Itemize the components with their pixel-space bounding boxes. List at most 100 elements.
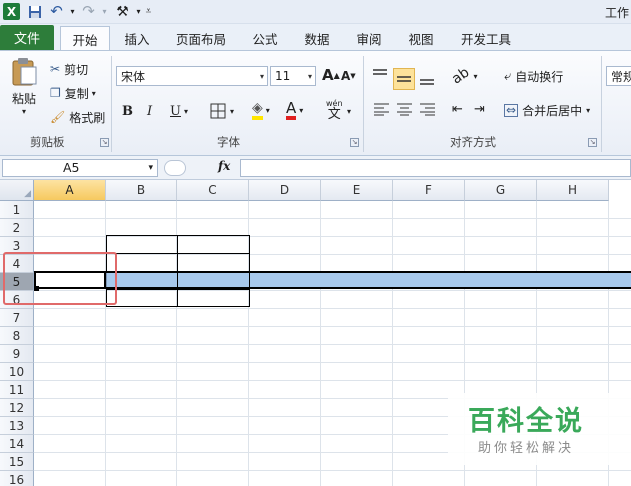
fill-color-button[interactable]: ◈ ▾ bbox=[252, 101, 270, 120]
row-header-16[interactable]: 16 bbox=[0, 471, 34, 486]
row-header-13[interactable]: 13 bbox=[0, 417, 34, 435]
row-header-1[interactable]: 1 bbox=[0, 201, 34, 219]
group-divider bbox=[363, 56, 364, 152]
column-header-h[interactable]: H bbox=[537, 180, 609, 201]
align-center-icon bbox=[397, 103, 412, 116]
align-left-button[interactable] bbox=[374, 103, 389, 116]
clipboard-launcher-icon[interactable]: ↘ bbox=[100, 138, 109, 147]
row-header-14[interactable]: 14 bbox=[0, 435, 34, 453]
row-header-15[interactable]: 15 bbox=[0, 453, 34, 471]
underline-dropdown-icon[interactable]: ▾ bbox=[184, 107, 188, 116]
column-header-b[interactable]: B bbox=[106, 180, 177, 201]
formula-input[interactable] bbox=[240, 159, 631, 177]
merge-center-button[interactable]: ⇔ 合并后居中 ▾ bbox=[504, 102, 590, 119]
tab-view[interactable]: 视图 bbox=[400, 26, 442, 51]
clipboard-group-label: 剪贴板 bbox=[30, 135, 65, 149]
customize-icon[interactable]: ⩡ bbox=[140, 3, 157, 20]
row-header-12[interactable]: 12 bbox=[0, 399, 34, 417]
alignment-launcher-icon[interactable]: ↘ bbox=[588, 138, 597, 147]
tab-data[interactable]: 数据 bbox=[296, 26, 338, 51]
name-box-value: A5 bbox=[63, 160, 80, 175]
column-header-e[interactable]: E bbox=[321, 180, 393, 201]
redo-icon[interactable]: ↷ bbox=[80, 3, 97, 20]
tab-file[interactable]: 文件 bbox=[0, 25, 54, 50]
orientation-button[interactable]: ab ▾ bbox=[449, 64, 477, 87]
row-header-2[interactable]: 2 bbox=[0, 219, 34, 237]
grow-font-button[interactable]: A ▲ bbox=[322, 66, 340, 84]
selected-row-5[interactable] bbox=[34, 271, 631, 289]
phonetic-char-label: 文 bbox=[327, 107, 341, 122]
tab-page-layout[interactable]: 页面布局 bbox=[166, 26, 236, 51]
paste-dropdown-icon: ▾ bbox=[21, 107, 26, 116]
tab-home[interactable]: 开始 bbox=[60, 26, 110, 51]
chevron-down-icon: ▾ bbox=[307, 71, 312, 81]
font-color-button[interactable]: A ▾ bbox=[286, 100, 303, 120]
column-header-f[interactable]: F bbox=[393, 180, 465, 201]
font-size-select[interactable]: 11 ▾ bbox=[270, 66, 316, 86]
insert-function-icon[interactable]: fx bbox=[218, 159, 230, 173]
align-middle-button[interactable] bbox=[393, 68, 415, 90]
arrow-up-icon: ▲ bbox=[333, 70, 340, 80]
increase-indent-button[interactable]: ⇥ bbox=[474, 102, 485, 117]
font-launcher-icon[interactable]: ↘ bbox=[350, 138, 359, 147]
row-header-7[interactable]: 7 bbox=[0, 309, 34, 327]
fill-bucket-icon: ◈ bbox=[252, 101, 263, 120]
excel-logo-icon[interactable]: X bbox=[3, 3, 20, 20]
arrow-down-icon: ▼ bbox=[350, 72, 356, 80]
grow-font-label: A bbox=[322, 66, 334, 84]
select-all-button[interactable]: ◢ bbox=[0, 180, 34, 201]
tab-developer[interactable]: 开发工具 bbox=[452, 26, 520, 51]
window-title: 工作 bbox=[604, 6, 629, 20]
column-gridline bbox=[320, 201, 321, 486]
undo-dropdown-icon[interactable]: ▾ bbox=[64, 3, 81, 20]
number-format-select[interactable]: 常规 bbox=[606, 66, 631, 86]
decrease-indent-icon: ⇤ bbox=[452, 102, 463, 117]
row-gridline bbox=[34, 326, 631, 327]
column-header-g[interactable]: G bbox=[465, 180, 537, 201]
bold-button[interactable]: B bbox=[122, 104, 133, 119]
copy-button[interactable]: ❐ 复制 ▾ bbox=[50, 84, 96, 102]
borders-button[interactable]: ▾ bbox=[210, 103, 234, 119]
align-right-button[interactable] bbox=[420, 103, 435, 116]
italic-button[interactable]: I bbox=[147, 104, 152, 119]
cut-button[interactable]: ✂ 剪切 bbox=[50, 60, 88, 78]
number-format-value: 常规 bbox=[611, 69, 631, 84]
row-header-10[interactable]: 10 bbox=[0, 363, 34, 381]
tab-formulas[interactable]: 公式 bbox=[244, 26, 286, 51]
tab-review[interactable]: 审阅 bbox=[348, 26, 390, 51]
align-top-button[interactable] bbox=[372, 64, 392, 86]
wrap-text-label: 自动换行 bbox=[515, 70, 564, 84]
name-box[interactable]: A5 ▾ bbox=[2, 159, 158, 177]
font-name-select[interactable]: 宋体 ▾ bbox=[116, 66, 268, 86]
column-header-c[interactable]: C bbox=[177, 180, 249, 201]
border-line bbox=[106, 253, 250, 254]
row-header-9[interactable]: 9 bbox=[0, 345, 34, 363]
formula-expand-handle[interactable] bbox=[164, 160, 186, 176]
column-gridline bbox=[392, 201, 393, 486]
align-bottom-button[interactable] bbox=[419, 68, 439, 90]
undo-icon[interactable]: ↶ bbox=[48, 3, 65, 20]
paste-button[interactable]: 粘贴 ▾ bbox=[6, 56, 42, 118]
align-bottom-icon bbox=[420, 79, 434, 85]
save-icon[interactable] bbox=[26, 3, 43, 20]
format-painter-button[interactable]: 🖌 格式刷 bbox=[50, 108, 105, 126]
row-header-8[interactable]: 8 bbox=[0, 327, 34, 345]
decrease-indent-button[interactable]: ⇤ bbox=[452, 102, 463, 117]
tools-icon[interactable]: ⚒ bbox=[114, 3, 131, 20]
shrink-font-button[interactable]: A ▼ bbox=[341, 69, 356, 83]
row-gridline bbox=[34, 380, 631, 381]
wrap-text-button[interactable]: ⤶ 自动换行 bbox=[504, 68, 563, 85]
underline-button[interactable]: U bbox=[170, 104, 181, 119]
column-header-a[interactable]: A bbox=[34, 180, 106, 201]
column-header-d[interactable]: D bbox=[249, 180, 321, 201]
row-header-11[interactable]: 11 bbox=[0, 381, 34, 399]
chevron-down-icon: ▾ bbox=[299, 105, 304, 115]
title-bar: X ↶ ▾ ↷ ▾ ⚒ ▾ ⩡ 工作 bbox=[0, 0, 631, 24]
align-top-icon bbox=[373, 69, 387, 75]
phonetic-dropdown-icon[interactable]: ▾ bbox=[347, 107, 351, 116]
increase-indent-icon: ⇥ bbox=[474, 102, 485, 117]
tab-insert[interactable]: 插入 bbox=[114, 26, 160, 51]
redo-dropdown-icon[interactable]: ▾ bbox=[96, 3, 113, 20]
align-center-button[interactable] bbox=[397, 103, 412, 116]
phonetic-button[interactable]: wén 文 bbox=[326, 99, 343, 122]
